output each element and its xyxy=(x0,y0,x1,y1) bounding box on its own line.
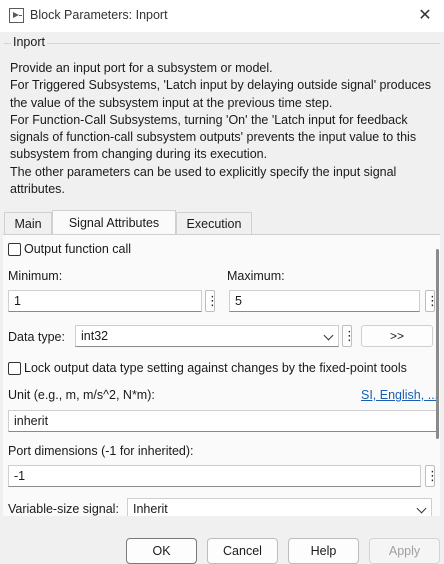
data-type-select[interactable]: int32 xyxy=(75,325,339,347)
port-dimensions-field[interactable]: -1 xyxy=(8,465,421,487)
tab-bar: Main Signal Attributes Execution xyxy=(0,210,444,235)
unit-label: Unit (e.g., m, m/s^2, N*m): xyxy=(8,388,155,402)
maximum-field[interactable]: 5 xyxy=(229,290,420,312)
port-dimensions-label: Port dimensions (-1 for inherited): xyxy=(8,444,194,458)
ok-button[interactable]: OK xyxy=(126,538,197,564)
minimum-label: Minimum: xyxy=(8,269,63,283)
data-type-assistant-button[interactable]: >> xyxy=(361,325,433,347)
maximum-more-icon[interactable] xyxy=(425,290,435,312)
tab-main[interactable]: Main xyxy=(4,212,52,234)
variable-size-select[interactable]: Inherit xyxy=(127,498,432,516)
minimum-field[interactable]: 1 xyxy=(8,290,202,312)
data-type-more-icon[interactable] xyxy=(342,325,352,347)
scrollbar-thumb[interactable] xyxy=(436,249,439,439)
tab-signal-attributes[interactable]: Signal Attributes xyxy=(52,210,176,235)
chevron-down-icon xyxy=(416,503,427,514)
data-type-label: Data type: xyxy=(8,330,65,344)
signal-attributes-panel: Output function call Minimum: 1 Maximum:… xyxy=(3,234,440,516)
window-title: Block Parameters: Inport xyxy=(30,8,168,22)
minimum-more-icon[interactable] xyxy=(205,290,215,312)
group-divider xyxy=(4,43,440,44)
port-dimensions-more-icon[interactable] xyxy=(425,465,435,487)
unit-system-link[interactable]: SI, English, ... xyxy=(361,388,438,402)
cancel-button[interactable]: Cancel xyxy=(207,538,278,564)
variable-size-label: Variable-size signal: xyxy=(8,502,119,516)
block-description: Provide an input port for a subsystem or… xyxy=(10,61,431,197)
variable-size-value: Inherit xyxy=(133,502,168,516)
close-icon[interactable]: ✕ xyxy=(414,6,436,26)
output-function-call-checkbox[interactable] xyxy=(8,243,21,256)
lock-output-checkbox[interactable] xyxy=(8,362,21,375)
data-type-value: int32 xyxy=(81,329,109,343)
output-function-call-label: Output function call xyxy=(24,242,132,256)
apply-button[interactable]: Apply xyxy=(369,538,440,564)
simulink-block-icon xyxy=(9,8,24,23)
maximum-label: Maximum: xyxy=(227,269,285,283)
tab-execution[interactable]: Execution xyxy=(176,212,252,234)
unit-field[interactable]: inherit xyxy=(8,410,438,432)
lock-output-label: Lock output data type setting against ch… xyxy=(24,361,407,375)
help-button[interactable]: Help xyxy=(288,538,359,564)
title-bar: Block Parameters: Inport ✕ xyxy=(0,0,444,32)
group-title: Inport xyxy=(11,35,47,49)
panel-scrollbar[interactable] xyxy=(436,235,440,516)
chevron-down-icon xyxy=(323,330,334,341)
